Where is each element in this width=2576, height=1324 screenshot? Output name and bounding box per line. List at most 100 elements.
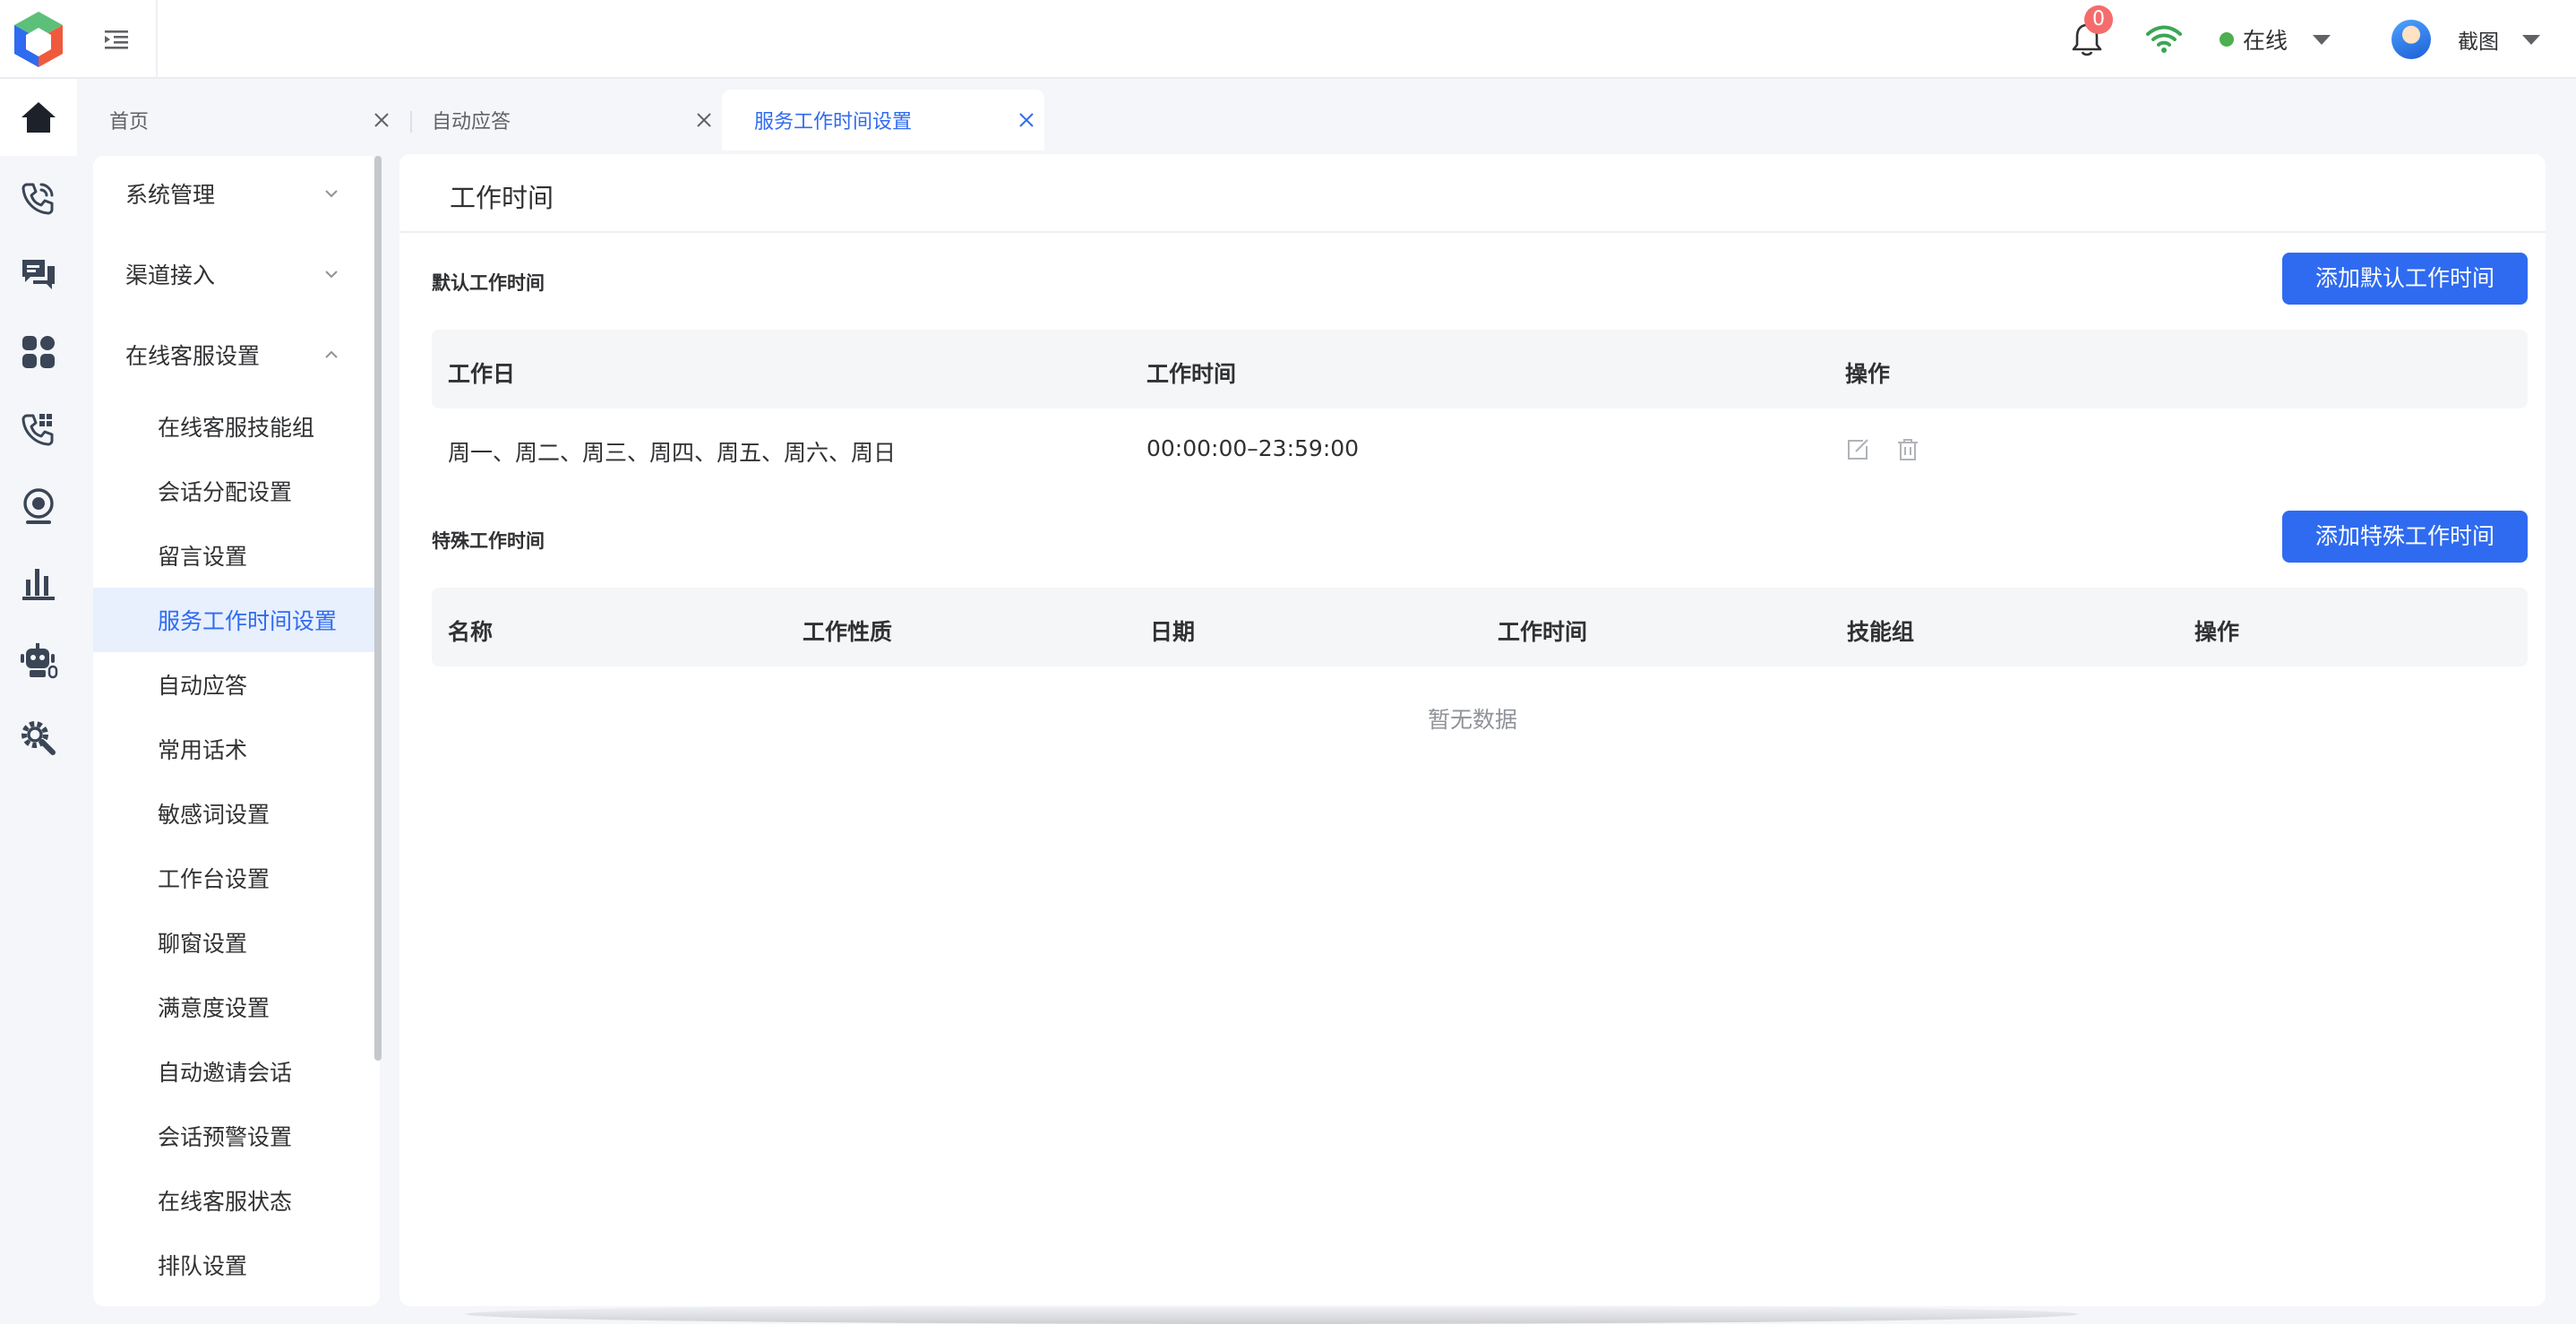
special-hours-table-header: 名称 工作性质 日期 工作时间 技能组 操作 — [432, 588, 2528, 666]
column-header: 操作 — [2194, 619, 2240, 645]
chat-icon — [22, 260, 55, 289]
menu-item-label: 常用话术 — [158, 737, 248, 763]
add-default-hours-button[interactable]: 添加默认工作时间 — [2282, 253, 2528, 305]
column-header: 日期 — [1150, 619, 1196, 645]
rail-item-apps[interactable] — [0, 314, 77, 391]
rail-item-robot[interactable] — [0, 622, 77, 699]
default-hours-title: 默认工作时间 — [432, 272, 545, 294]
menu-item-auto-invite[interactable]: 自动邀请会话 — [93, 1039, 376, 1104]
home-icon — [21, 102, 56, 133]
phone-transfer-icon — [21, 414, 54, 446]
special-hours-title: 特殊工作时间 — [432, 530, 545, 552]
menu-item-label: 在线客服状态 — [158, 1189, 293, 1215]
add-special-hours-button[interactable]: 添加特殊工作时间 — [2282, 511, 2528, 563]
menu-item-label: 自动应答 — [158, 673, 248, 699]
workdays-cell: 周一、周二、周三、周四、周五、周六、周日 — [448, 440, 897, 466]
menu-item-session-alert[interactable]: 会话预警设置 — [93, 1104, 376, 1168]
menu-item-messages[interactable]: 留言设置 — [93, 523, 376, 588]
user-name: 截图 — [2458, 30, 2499, 54]
menu-scrollbar[interactable] — [374, 156, 382, 1061]
cube-logo-icon — [14, 12, 63, 67]
menu-item-label: 排队设置 — [158, 1253, 248, 1279]
close-icon[interactable] — [695, 111, 713, 129]
apps-icon — [22, 336, 55, 368]
bar-chart-icon — [22, 569, 55, 600]
online-status-dropdown[interactable]: 在线 — [2220, 21, 2331, 57]
column-header: 工作性质 — [803, 619, 893, 645]
icon-rail — [0, 79, 77, 1324]
column-header: 技能组 — [1847, 619, 1915, 645]
close-icon[interactable] — [373, 111, 391, 129]
menu-group-label: 渠道接入 — [125, 262, 216, 288]
online-status-dot — [2220, 32, 2234, 47]
menu-group-label: 系统管理 — [125, 182, 216, 208]
menu-item-label: 自动邀请会话 — [158, 1060, 293, 1086]
tab-label: 自动应答 — [432, 111, 511, 133]
app-logo[interactable] — [0, 0, 77, 79]
tab-auto-reply[interactable]: 自动应答 — [399, 90, 722, 150]
menu-item-sensitive-words[interactable]: 敏感词设置 — [93, 781, 376, 846]
menu-fold-icon — [105, 30, 128, 49]
menu-item-label: 满意度设置 — [158, 995, 270, 1021]
tab-home[interactable]: 首页 — [77, 90, 399, 150]
page-title: 工作时间 — [450, 183, 554, 213]
rail-item-chat[interactable] — [0, 236, 77, 314]
tab-service-hours[interactable]: 服务工作时间设置 — [722, 90, 1044, 150]
notification-badge: 0 — [2084, 5, 2113, 34]
menu-item-agent-status[interactable]: 在线客服状态 — [93, 1168, 376, 1233]
rail-item-webcam[interactable] — [0, 468, 77, 545]
column-header: 工作日 — [448, 361, 516, 387]
phone-call-icon — [21, 183, 54, 215]
wifi-icon — [2146, 25, 2182, 53]
caret-down-icon — [2522, 34, 2540, 45]
menu-item-label: 聊窗设置 — [158, 931, 248, 957]
tab-label: 服务工作时间设置 — [754, 111, 913, 133]
menu-item-chat-window[interactable]: 聊窗设置 — [93, 910, 376, 975]
column-header: 操作 — [1845, 361, 1891, 387]
collapse-menu-button[interactable] — [77, 0, 158, 79]
menu-item-session-assignment[interactable]: 会话分配设置 — [93, 459, 376, 523]
menu-item-label: 会话预警设置 — [158, 1124, 293, 1150]
menu-group-channels[interactable]: 渠道接入 — [93, 242, 380, 306]
robot-icon — [21, 643, 58, 679]
menu-item-label: 敏感词设置 — [158, 802, 270, 828]
window-bottom-shadow — [466, 1304, 2078, 1324]
online-status-label: 在线 — [2243, 28, 2288, 54]
chevron-down-icon — [325, 271, 338, 279]
close-icon[interactable] — [1018, 111, 1035, 129]
edit-icon[interactable] — [1845, 437, 1870, 462]
chevron-up-icon — [325, 350, 338, 358]
tab-label: 首页 — [109, 111, 150, 133]
settings-menu: 系统管理 渠道接入 在线客服设置 在线客服技能组 会话分配设置 留言设置 服务工… — [93, 156, 380, 1306]
main-panel: 工作时间 默认工作时间 添加默认工作时间 工作日 工作时间 操作 周一、周二、周… — [399, 154, 2546, 1306]
menu-item-auto-reply[interactable]: 自动应答 — [93, 652, 376, 717]
user-menu[interactable]: 截图 — [2391, 20, 2540, 59]
menu-item-label: 留言设置 — [158, 544, 248, 570]
rail-item-call[interactable] — [0, 159, 77, 236]
column-header: 工作时间 — [1146, 361, 1237, 387]
rail-item-statistics[interactable] — [0, 545, 77, 622]
webcam-icon — [23, 488, 54, 524]
menu-group-online-service[interactable]: 在线客服设置 — [93, 322, 380, 387]
menu-item-satisfaction[interactable]: 满意度设置 — [93, 975, 376, 1039]
delete-icon[interactable] — [1895, 437, 1920, 462]
column-header: 名称 — [448, 619, 494, 645]
menu-item-label: 工作台设置 — [158, 866, 270, 892]
menu-item-workbench[interactable]: 工作台设置 — [93, 846, 376, 910]
menu-group-label: 在线客服设置 — [125, 343, 261, 369]
menu-item-common-phrases[interactable]: 常用话术 — [93, 717, 376, 781]
avatar — [2391, 20, 2431, 59]
column-header: 工作时间 — [1498, 619, 1588, 645]
menu-group-system[interactable]: 系统管理 — [93, 161, 380, 226]
rail-item-phone-transfer[interactable] — [0, 391, 77, 468]
menu-item-label: 在线客服技能组 — [158, 415, 315, 441]
menu-item-skill-groups[interactable]: 在线客服技能组 — [93, 394, 376, 459]
chevron-down-icon — [325, 190, 338, 198]
work-time-cell: 00:00:00–23:59:00 — [1146, 435, 1360, 461]
rail-item-settings[interactable] — [0, 699, 77, 776]
top-bar: 0 在线 截图 — [0, 0, 2576, 79]
menu-item-service-hours[interactable]: 服务工作时间设置 — [93, 588, 376, 652]
settings-icon — [21, 721, 56, 755]
menu-item-queue[interactable]: 排队设置 — [93, 1233, 376, 1297]
rail-item-home[interactable] — [0, 79, 77, 156]
